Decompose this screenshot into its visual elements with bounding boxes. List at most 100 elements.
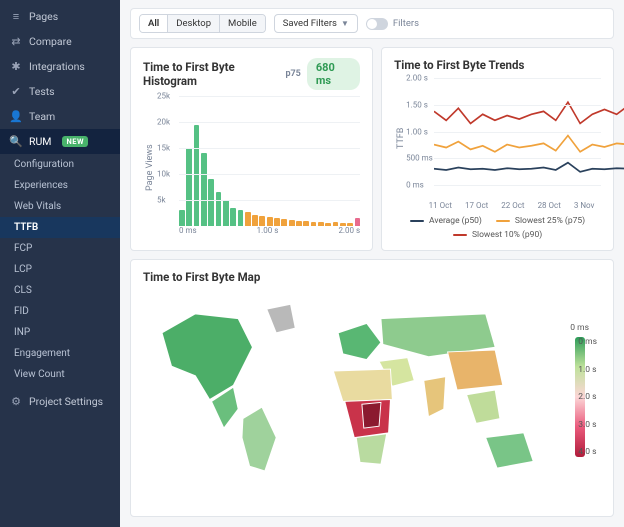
y-tick: 500 ms — [406, 154, 433, 163]
histogram-bar — [281, 219, 287, 226]
sidebar-subitem-lcp[interactable]: LCP — [0, 259, 120, 280]
y-tick: 5k — [157, 196, 166, 205]
x-tick: 28 Oct — [538, 201, 561, 210]
x-tick: 22 Oct — [501, 201, 524, 210]
legend-item: Slowest 25% (p75) — [496, 216, 585, 226]
legend-tick: 3.0 s — [578, 420, 597, 430]
page-title: Time to First Byte Trends — [394, 58, 524, 72]
sidebar-subitem-cls[interactable]: CLS — [0, 280, 120, 301]
saved-filters-dropdown[interactable]: Saved Filters ▼ — [274, 14, 358, 33]
histogram-bar — [208, 179, 214, 226]
x-tick: 1.00 s — [257, 226, 279, 240]
sidebar: ≡ Pages ⇄ Compare ✱ Integrations ✔ Tests… — [0, 0, 120, 527]
charts-row: Time to First Byte Histogram p75 680 ms … — [130, 47, 614, 251]
x-tick: 11 Oct — [429, 201, 452, 210]
card-title: Time to First Byte Trends — [394, 58, 601, 72]
x-tick: 3 Nov — [574, 201, 595, 210]
compare-icon: ⇄ — [10, 35, 22, 48]
histogram-bar — [245, 212, 251, 226]
ttfb-histogram-card: Time to First Byte Histogram p75 680 ms … — [130, 47, 373, 251]
list-icon: ≡ — [10, 10, 22, 23]
p75-label: p75 — [285, 69, 300, 79]
histogram-bar — [194, 125, 200, 226]
legend-tick: 4.0 s — [578, 447, 597, 457]
chevron-down-icon: ▼ — [341, 19, 349, 28]
sidebar-item-label: Tests — [29, 85, 55, 98]
gear-icon: ⚙ — [10, 395, 22, 408]
legend-tick: 1.0 s — [578, 365, 597, 375]
check-icon: ✔ — [10, 85, 22, 98]
histogram-bar — [223, 200, 229, 226]
sidebar-subitem-configuration[interactable]: Configuration — [0, 154, 120, 175]
y-tick: 15k — [157, 144, 170, 153]
y-tick: 10k — [157, 170, 170, 179]
main: All Desktop Mobile Saved Filters ▼ Filte… — [120, 0, 624, 527]
sidebar-item-compare[interactable]: ⇄ Compare — [0, 29, 120, 54]
sidebar-item-rum[interactable]: 🔍 RUM NEW — [0, 129, 120, 154]
sidebar-item-label: Project Settings — [29, 395, 103, 408]
seg-desktop[interactable]: Desktop — [168, 15, 220, 32]
legend-item: Slowest 10% (p90) — [453, 230, 542, 240]
legend-tick: 0 ms — [578, 337, 597, 347]
histogram-bar — [230, 208, 236, 226]
sidebar-subitem-web-vitals[interactable]: Web Vitals — [0, 196, 120, 217]
legend: Average (p50) Slowest 25% (p75) Slowest 10… — [394, 216, 601, 240]
histogram-bar — [267, 217, 273, 226]
y-tick: 20k — [157, 118, 170, 127]
page-title: Time to First Byte Map — [143, 270, 260, 284]
page-title: Time to First Byte Histogram — [143, 60, 285, 88]
sidebar-item-team[interactable]: 👤 Team — [0, 104, 120, 129]
histogram-bar — [355, 218, 361, 226]
legend-line-icon — [453, 234, 467, 236]
sidebar-item-label: Pages — [29, 10, 58, 23]
sidebar-item-pages[interactable]: ≡ Pages — [0, 4, 120, 29]
histogram-bar — [252, 215, 258, 226]
legend-tick: 0 ms — [570, 323, 589, 333]
seg-all[interactable]: All — [140, 15, 168, 32]
sidebar-subitem-fcp[interactable]: FCP — [0, 238, 120, 259]
legend-label: Average (p50) — [429, 216, 482, 226]
sidebar-subitem-experiences[interactable]: Experiences — [0, 175, 120, 196]
y-tick: 0 ms — [406, 181, 424, 190]
legend-line-icon — [410, 220, 424, 222]
saved-filters-label: Saved Filters — [283, 18, 337, 29]
trend-line — [434, 136, 624, 152]
legend-tick: 2.0 s — [578, 392, 597, 402]
legend-label: Slowest 10% (p90) — [472, 230, 542, 240]
filters-toggle[interactable]: Filters — [366, 18, 419, 30]
ttfb-map-card: Time to First Byte Map — [130, 259, 614, 517]
y-axis-label: Page Views — [143, 96, 157, 240]
map-legend: 0 ms 1.0 s 0 ms 1.0 s 2.0 s 3.0 s 4.0 s — [562, 290, 601, 490]
seg-mobile[interactable]: Mobile — [220, 15, 265, 32]
sidebar-subitem-fid[interactable]: FID — [0, 301, 120, 322]
histogram-bar — [179, 210, 185, 226]
toggle-switch-icon — [366, 18, 388, 30]
sidebar-item-project-settings[interactable]: ⚙ Project Settings — [0, 389, 120, 414]
y-tick: 2.00 s — [406, 74, 428, 83]
sidebar-item-integrations[interactable]: ✱ Integrations — [0, 54, 120, 79]
sidebar-subitem-ttfb[interactable]: TTFB — [0, 217, 120, 238]
x-tick: 17 Oct — [465, 201, 488, 210]
trend-line — [434, 163, 624, 172]
histogram-bar — [259, 216, 265, 226]
p75-badge: 680 ms — [307, 58, 360, 90]
filter-bar: All Desktop Mobile Saved Filters ▼ Filte… — [130, 8, 614, 39]
trends-plot: 2.00 s1.50 s1.00 s500 ms0 ms — [406, 78, 601, 199]
x-tick: 2.00 s — [338, 226, 360, 240]
sidebar-subitem-engagement[interactable]: Engagement — [0, 343, 120, 364]
sidebar-subitem-view-count[interactable]: View Count — [0, 364, 120, 385]
histogram-plot: 0 ms1.00 s2.00 s 25k20k15k10k5k — [157, 96, 360, 240]
ttfb-trends-card: Time to First Byte Trends TTFB 2.00 s1.5… — [381, 47, 614, 251]
device-segmented: All Desktop Mobile — [139, 14, 266, 33]
sidebar-item-tests[interactable]: ✔ Tests — [0, 79, 120, 104]
x-tick: 0 ms — [179, 226, 197, 240]
histogram-bar — [186, 148, 192, 226]
world-map — [143, 290, 552, 490]
histogram-bar — [216, 192, 222, 226]
sidebar-subitem-inp[interactable]: INP — [0, 322, 120, 343]
card-title: Time to First Byte Map — [143, 270, 601, 284]
y-tick: 1.50 s — [406, 100, 428, 109]
histogram-bar — [274, 218, 280, 226]
search-icon: 🔍 — [10, 135, 22, 148]
filters-toggle-label: Filters — [393, 18, 419, 29]
